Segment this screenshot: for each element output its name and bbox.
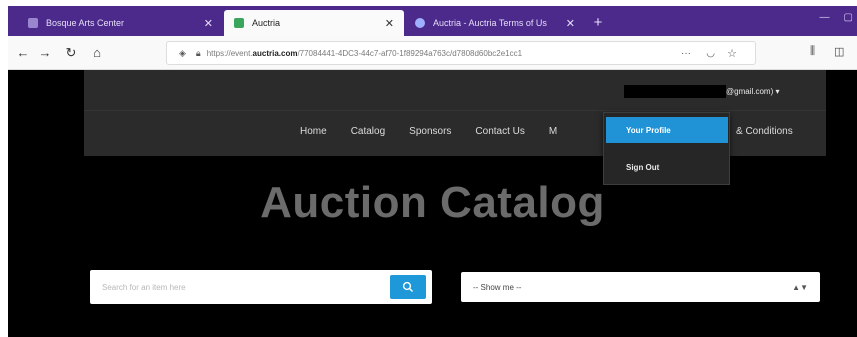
window-controls: — ▢ [820,12,853,23]
redacted-email [624,84,726,98]
reload-icon[interactable]: ↻ [62,44,80,62]
minimize-icon[interactable]: — [820,12,830,23]
select-arrow-icon: ▲▼ [792,282,808,292]
pocket-icon[interactable]: ◡ [706,48,715,59]
account-suffix: @gmail.com) ▾ [726,86,780,96]
page-title: Auction Catalog [260,178,605,227]
search-box [90,270,432,304]
address-bar[interactable]: ◈ 🔒︎ https://event.auctria.com/77084441-… [166,41,756,65]
menu-item-terms[interactable]: & Conditions [736,126,793,137]
shield-icon[interactable]: ◈ [179,48,186,59]
menu-item-sponsors[interactable]: Sponsors [409,126,451,137]
favicon-icon [234,18,244,28]
menu-item-catalog[interactable]: Catalog [351,126,385,137]
url-text: https://event.auctria.com/77084441-4DC3-… [206,48,523,58]
page-actions-icon[interactable]: ··· [681,48,691,59]
your-profile-item[interactable]: Your Profile [606,117,728,143]
browser-window: Bosque Arts Center ✕ Auctria ✕ Auctria -… [8,6,857,337]
back-icon[interactable]: ← [14,44,32,62]
search-input[interactable] [102,270,382,304]
close-tab-icon[interactable]: ✕ [385,17,394,30]
tab-auctria-terms[interactable]: Auctria - Auctria Terms of Us ✕ [405,10,585,36]
main-menu: Home Catalog Sponsors Contact Us M [300,126,557,137]
tab-bosque-arts-center[interactable]: Bosque Arts Center ✕ [18,10,223,36]
select-value: -- Show me -- [473,282,522,292]
account-dropdown: Your Profile Sign Out [603,112,730,185]
new-tab-button[interactable]: + [588,13,608,33]
sign-out-item[interactable]: Sign Out [626,163,659,172]
maximize-icon[interactable]: ▢ [844,12,853,23]
favicon-icon [28,18,38,28]
tab-auctria[interactable]: Auctria ✕ [224,10,404,36]
home-icon[interactable]: ⌂ [88,44,106,62]
close-tab-icon[interactable]: ✕ [566,17,575,30]
favicon-icon [415,18,425,28]
header-divider [84,110,826,111]
close-tab-icon[interactable]: ✕ [204,17,213,30]
tab-label: Bosque Arts Center [46,18,125,28]
navigation-bar: ← → ↻ ⌂ ◈ 🔒︎ https://event.auctria.com/7… [8,36,857,70]
tab-label: Auctria - Auctria Terms of Us [433,18,547,28]
menu-item-contact-us[interactable]: Contact Us [475,126,524,137]
library-icon[interactable]: ⫼ [810,45,815,58]
menu-item-partial[interactable]: M [549,126,557,137]
account-menu[interactable]: @gmail.com) ▾ [624,84,779,98]
show-me-select[interactable]: -- Show me -- ▲▼ [461,272,820,302]
tab-bar: Bosque Arts Center ✕ Auctria ✕ Auctria -… [8,6,857,36]
search-button[interactable] [390,275,426,299]
forward-icon[interactable]: → [36,44,54,62]
tab-label: Auctria [252,18,281,28]
search-icon [402,281,413,292]
bookmark-star-icon[interactable]: ☆ [727,47,737,60]
lock-icon[interactable]: 🔒︎ [196,48,201,59]
menu-item-home[interactable]: Home [300,126,327,137]
sidebar-icon[interactable]: ◫ [834,45,844,58]
